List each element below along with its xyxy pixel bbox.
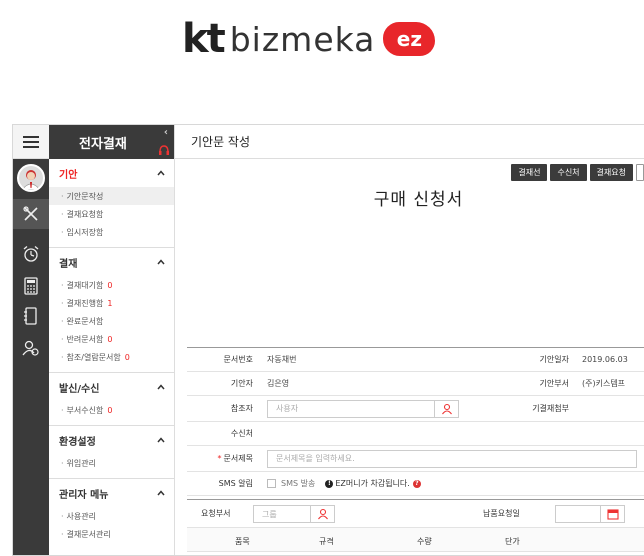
col-spec: 규격 <box>319 537 334 546</box>
bizmeka-logo: kt bizmeka ez <box>182 14 436 64</box>
icon-rail <box>13 159 49 555</box>
menu-section-send-receive: 발신/수신 부서수신함0 <box>49 373 174 426</box>
menu-header: 전자결재 ‹ <box>49 125 174 159</box>
chevron-up-icon <box>157 170 165 176</box>
section-title-send-receive[interactable]: 발신/수신 <box>49 373 174 401</box>
section-title-draft[interactable]: 기안 <box>49 159 174 187</box>
sms-note: EZ머니가 차감됩니다. <box>335 479 410 488</box>
col-quantity: 수량 <box>417 537 432 546</box>
sms-label: SMS 알림 <box>218 479 253 488</box>
avatar[interactable] <box>17 164 45 192</box>
menu-section-draft: 기안 기안문작성 결재요청함 임시저장함 <box>49 159 174 248</box>
chevron-up-icon <box>157 384 165 390</box>
form-row-subject: * 문서제목 문서제목을 입력하세요. <box>187 446 644 472</box>
col-unit-price: 단가 <box>505 537 520 546</box>
menu-section-approval: 결재 결재대기함0 결재진행함1 완료문서함 반려문서함0 참조/열람문서함0 <box>49 248 174 373</box>
draft-form: 문서번호 자동채번 기안일자 2019.06.03 기안자 김은영 기안부서 (… <box>187 347 644 496</box>
more-button[interactable] <box>636 164 644 181</box>
kt-logo-mark: kt <box>182 16 226 62</box>
col-item: 품목 <box>235 537 250 546</box>
subject-label: * 문서제목 <box>217 454 253 463</box>
ez-badge: ez <box>383 22 436 56</box>
attach-approved-label: 기결재첨부 <box>532 404 569 413</box>
doc-no-value: 자동채번 <box>267 355 297 364</box>
bizmeka-wordmark: bizmeka <box>229 19 376 59</box>
section-title-approval[interactable]: 결재 <box>49 248 174 276</box>
menu-toggle-button[interactable] <box>13 125 49 159</box>
items-table-header: 품목 규격 수량 단가 <box>187 528 644 552</box>
draft-date-value: 2019.06.03 <box>582 355 628 364</box>
reference-label: 참조자 <box>230 404 253 413</box>
main-content: 기안문 작성 결재선 수신처 결재요청 구매 신청서 문서번호 자동채번 기안일… <box>175 125 644 555</box>
form-row-recipients: 수신처 <box>187 422 644 446</box>
person-search-icon[interactable] <box>434 400 458 417</box>
request-approval-button[interactable]: 결재요청 <box>589 164 633 181</box>
request-header-row: 요청부서 그룹 납품요청일 <box>187 500 644 528</box>
person-search-icon[interactable] <box>310 506 334 522</box>
request-dept-label: 요청부서 <box>201 509 231 518</box>
alarm-clock-icon[interactable] <box>20 243 42 265</box>
user-settings-icon[interactable] <box>20 337 42 359</box>
chevron-up-icon <box>157 490 165 496</box>
draft-dept-value: (주)키스템프 <box>582 379 626 388</box>
doc-no-label: 문서번호 <box>223 355 253 364</box>
subject-input[interactable]: 문서제목을 입력하세요. <box>267 449 637 468</box>
form-row-doc-no: 문서번호 자동채번 기안일자 2019.06.03 <box>187 348 644 372</box>
menu-item-reference[interactable]: 참조/열람문서함0 <box>49 348 174 366</box>
purchase-request-table: 요청부서 그룹 납품요청일 품목 규격 수량 단가 <box>187 499 644 552</box>
action-toolbar: 결재선 수신처 결재요청 <box>511 164 644 181</box>
info-icon: ! <box>325 479 334 488</box>
menu-section-settings: 환경설정 위임관리 <box>49 426 174 479</box>
request-dept-input[interactable]: 그룹 <box>253 505 335 523</box>
hamburger-icon <box>23 135 39 148</box>
form-row-reference: 참조자 사용자 기결재첨부 <box>187 396 644 422</box>
section-title-admin[interactable]: 관리자 메뉴 <box>49 479 174 507</box>
section-title-settings[interactable]: 환경설정 <box>49 426 174 454</box>
menu-item-dept-receive[interactable]: 부서수신함0 <box>49 401 174 419</box>
calculator-icon[interactable] <box>20 275 42 297</box>
calendar-icon[interactable] <box>600 506 624 522</box>
menu-section-admin: 관리자 메뉴 사용관리 결재문서관리 <box>49 479 174 543</box>
drafter-value: 김은영 <box>267 379 290 388</box>
sms-option: SMS 발송 ! EZ머니가 차감됩니다. ? <box>263 478 421 489</box>
recipients-button[interactable]: 수신처 <box>550 164 587 181</box>
tools-icon[interactable] <box>13 199 49 229</box>
document-title: 구매 신청서 <box>373 190 464 210</box>
menu-item-rejected[interactable]: 반려문서함0 <box>49 330 174 348</box>
reference-input[interactable]: 사용자 <box>267 399 459 418</box>
menu-item-usage[interactable]: 사용관리 <box>49 507 174 525</box>
form-row-drafter: 기안자 김은영 기안부서 (주)키스템프 <box>187 372 644 396</box>
menu-item-waiting[interactable]: 결재대기함0 <box>49 276 174 294</box>
menu-item-draft-write[interactable]: 기안문작성 <box>49 187 174 205</box>
menu-item-delegation[interactable]: 위임관리 <box>49 454 174 472</box>
menu-item-completed[interactable]: 완료문서함 <box>49 312 174 330</box>
menu-item-temp-box[interactable]: 임시저장함 <box>49 223 174 241</box>
approval-menu: 전자결재 ‹ 기안 기안문작성 결재요청함 임시저장함 결재 결재대기함0 결재… <box>49 125 175 555</box>
chevron-up-icon <box>157 259 165 265</box>
drafter-label: 기안자 <box>230 379 253 388</box>
form-row-sms: SMS 알림 SMS 발송 ! EZ머니가 차감됩니다. ? <box>187 472 644 496</box>
draft-date-label: 기안일자 <box>539 355 569 364</box>
app-window: 전자결재 ‹ 기안 기안문작성 결재요청함 임시저장함 결재 결재대기함0 결재… <box>12 124 644 556</box>
due-date-input[interactable] <box>555 505 625 523</box>
headset-icon[interactable] <box>158 145 170 155</box>
page-title: 기안문 작성 <box>175 125 644 159</box>
due-date-label: 납품요청일 <box>483 509 520 518</box>
approval-line-button[interactable]: 결재선 <box>511 164 548 181</box>
notebook-icon[interactable] <box>20 305 42 327</box>
chevron-up-icon <box>157 437 165 443</box>
draft-dept-label: 기안부서 <box>539 379 569 388</box>
menu-item-in-progress[interactable]: 결재진행함1 <box>49 294 174 312</box>
recipients-label: 수신처 <box>230 429 253 438</box>
collapse-menu-icon[interactable]: ‹ <box>164 127 168 138</box>
menu-item-request-box[interactable]: 결재요청함 <box>49 205 174 223</box>
menu-item-doc-admin[interactable]: 결재문서관리 <box>49 525 174 543</box>
sms-checkbox[interactable] <box>267 479 276 488</box>
help-icon[interactable]: ? <box>412 479 421 488</box>
menu-title: 전자결재 <box>79 136 127 152</box>
